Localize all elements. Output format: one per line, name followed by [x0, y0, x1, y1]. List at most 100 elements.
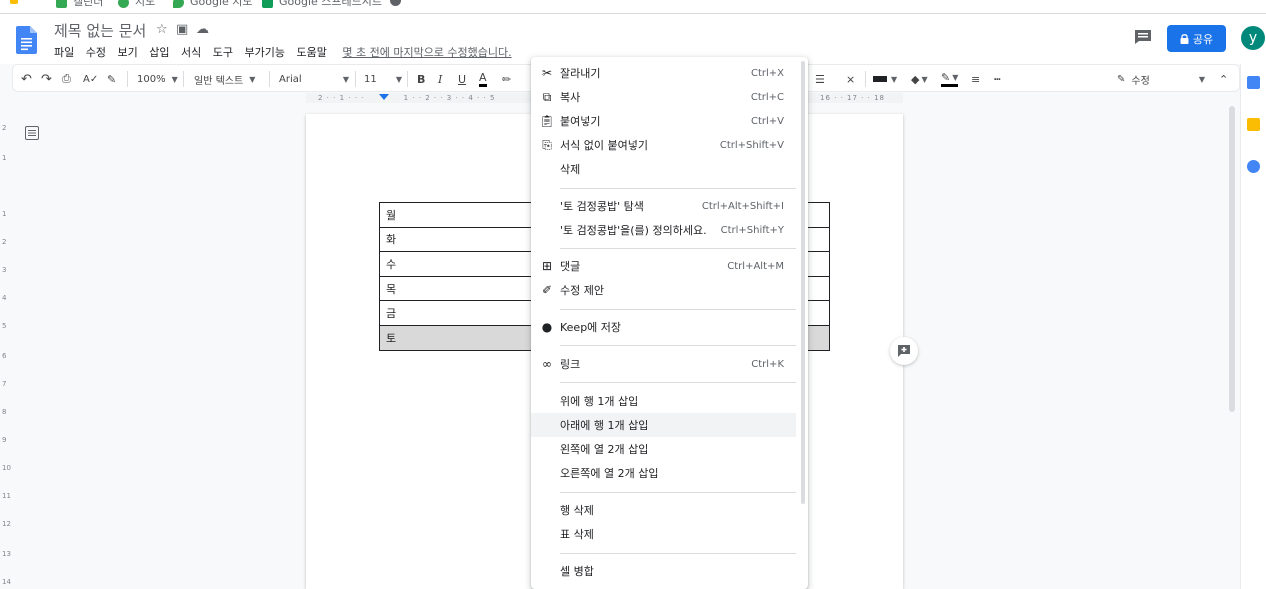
border-width-icon[interactable]: ≡ — [971, 70, 980, 88]
comment-add-icon: ⊞ — [541, 259, 553, 273]
menu-item-label: 위에 행 1개 삽입 — [560, 395, 639, 408]
menu-item-shortcut: Ctrl+K — [751, 358, 784, 370]
apps-icon[interactable] — [10, 0, 24, 6]
document-title[interactable]: 제목 없는 문서 — [54, 20, 146, 41]
menu-item-suggest[interactable]: ✐ 수정 제안 — [531, 278, 796, 302]
bookmark-google-maps[interactable]: Google 지도 — [173, 0, 253, 9]
vruler-tick: 12 — [2, 520, 11, 528]
last-edit-link[interactable]: 몇 초 전에 마지막으로 수정했습니다. — [342, 46, 511, 59]
spellcheck-icon[interactable]: A✓ — [83, 70, 98, 88]
menu-tools[interactable]: 도구 — [213, 46, 233, 59]
bookmark-calendar[interactable]: 캘린더 — [56, 0, 103, 9]
print-icon[interactable]: ⎙ — [62, 70, 71, 88]
calendar-icon[interactable] — [1247, 76, 1260, 89]
bookmark-more-icon[interactable] — [390, 0, 407, 6]
border-dash-icon[interactable]: ┅ — [994, 70, 1001, 88]
add-comment-button[interactable] — [890, 337, 918, 365]
menu-item-insert-row-below[interactable]: 아래에 행 1개 삽입 — [531, 413, 796, 437]
side-panel — [1240, 64, 1266, 589]
menu-item-label: 오른쪽에 열 2개 삽입 — [560, 467, 659, 480]
menu-item-insert-row-above[interactable]: 위에 행 1개 삽입 — [531, 389, 796, 413]
cloud-status-icon[interactable]: ☁ — [196, 22, 210, 37]
document-outline-icon[interactable] — [25, 126, 39, 140]
menu-item-insert-col-left[interactable]: 왼쪽에 열 2개 삽입 — [531, 437, 796, 461]
vruler-tick: 7 — [2, 380, 7, 388]
fill-color-icon[interactable]: ◆ ▼ — [911, 70, 928, 88]
chevron-up-icon[interactable]: ⌃ — [1219, 70, 1228, 88]
menu-item-paste[interactable]: 📋︎ 붙여넣기 Ctrl+V — [531, 109, 796, 133]
font-value: Arial — [279, 73, 302, 85]
editing-mode-select[interactable]: ✎ 수정 ▼ — [1117, 70, 1227, 88]
menu-item-shortcut: Ctrl+C — [750, 91, 784, 103]
menu-item-delete-row[interactable]: 행 삭제 — [531, 498, 796, 522]
font-size-select[interactable]: 11 ▼ — [364, 70, 402, 88]
ruler-right-text: 16 · · 17 · · 18 — [820, 94, 885, 102]
tasks-icon[interactable] — [1247, 160, 1260, 173]
menu-item-shortcut: Ctrl+V — [750, 115, 784, 127]
chevron-down-icon: ▼ — [952, 72, 959, 82]
menu-divider — [560, 345, 796, 346]
text-color-icon[interactable]: A — [479, 70, 487, 87]
menu-item-explore[interactable]: '토 검정콩밥' 탐색 Ctrl+Alt+Shift+I — [531, 194, 796, 218]
vruler-tick: 13 — [2, 550, 11, 558]
context-menu-scrollbar[interactable] — [801, 61, 805, 504]
border-pen-icon[interactable]: ✎ ▼ — [941, 70, 959, 87]
undo-icon[interactable]: ↶ — [21, 70, 32, 88]
indent-icon[interactable]: ☰ — [815, 70, 825, 88]
zoom-select[interactable]: 100% ▼ — [137, 70, 178, 88]
menu-format[interactable]: 서식 — [181, 46, 201, 59]
bookmark-sheets[interactable]: Google 스프레드시트 — [262, 0, 382, 9]
link-icon: ∞ — [542, 357, 552, 371]
bookmark-label: Google 지도 — [190, 0, 253, 8]
menu-divider — [560, 188, 796, 189]
menu-item-insert-col-right[interactable]: 오른쪽에 열 2개 삽입 — [531, 461, 796, 485]
menu-item-delete-table[interactable]: 표 삭제 — [531, 522, 796, 546]
paint-format-icon[interactable]: ✎ — [107, 70, 116, 88]
star-icon[interactable]: ☆ — [156, 22, 170, 37]
menu-item-label: '토 검정콩밥'을(를) 정의하세요. — [560, 224, 707, 237]
highlight-icon[interactable]: ✏ — [502, 70, 511, 88]
page-scrollbar[interactable] — [1229, 106, 1235, 412]
menu-insert[interactable]: 삽입 — [149, 46, 169, 59]
menu-file[interactable]: 파일 — [54, 46, 74, 59]
menu-addons[interactable]: 부가기능 — [245, 46, 285, 59]
menu-item-keep[interactable]: ● Keep에 저장 — [531, 315, 796, 339]
underline-icon[interactable]: U — [458, 70, 466, 88]
clear-format-icon[interactable]: ⨯ — [846, 70, 855, 88]
redo-icon[interactable]: ↷ — [41, 70, 52, 88]
vruler-tick: 9 — [2, 436, 7, 444]
menu-item-delete[interactable]: 삭제 — [531, 157, 796, 181]
vruler-tick: 1 — [2, 210, 7, 218]
indent-marker-icon[interactable] — [379, 94, 389, 100]
docs-logo-icon[interactable] — [16, 26, 37, 54]
menu-divider — [560, 309, 796, 310]
menu-item-paste-plain[interactable]: ⎘ 서식 없이 붙여넣기 Ctrl+Shift+V — [531, 133, 796, 157]
menu-item-merge-cells[interactable]: 셀 병합 — [531, 559, 796, 583]
avatar[interactable]: y — [1241, 26, 1265, 50]
comment-history-icon[interactable] — [1134, 29, 1152, 45]
menu-item-copy[interactable]: ⧉ 복사 Ctrl+C — [531, 85, 796, 109]
bookmark-label: 지도 — [135, 0, 156, 8]
menu-item-cut[interactable]: ✂ 잘라내기 Ctrl+X — [531, 61, 796, 85]
menu-help[interactable]: 도움말 — [296, 46, 326, 59]
bookmarks-bar: 캘린더 지도 Google 지도 Google 스프레드시트 — [0, 0, 1266, 14]
menu-item-link[interactable]: ∞ 링크 Ctrl+K — [531, 352, 796, 376]
bookmark-maps[interactable]: 지도 — [118, 0, 155, 9]
bold-icon[interactable]: B — [417, 70, 425, 88]
italic-icon[interactable]: I — [438, 70, 442, 88]
share-button[interactable]: 공유 — [1167, 25, 1226, 52]
menu-view[interactable]: 보기 — [118, 46, 138, 59]
keep-icon[interactable] — [1247, 118, 1260, 131]
menu-item-define[interactable]: '토 검정콩밥'을(를) 정의하세요. Ctrl+Shift+Y — [531, 218, 796, 242]
vruler-tick: 4 — [2, 294, 7, 302]
menu-edit[interactable]: 수정 — [86, 46, 106, 59]
menu-item-comment[interactable]: ⊞ 댓글 Ctrl+Alt+M — [531, 254, 796, 278]
move-folder-icon[interactable]: ▣ — [176, 22, 190, 37]
vertical-ruler[interactable]: 2 1 1 2 3 4 5 6 7 8 9 10 11 12 13 14 — [0, 104, 11, 589]
style-select[interactable]: 일반 텍스트 ▼ — [194, 70, 255, 88]
menu-item-label: 복사 — [560, 91, 581, 104]
vruler-tick: 14 — [2, 578, 11, 586]
border-color-icon[interactable]: ▼ — [873, 70, 897, 88]
font-select[interactable]: Arial ▼ — [279, 70, 349, 88]
menu-item-label: '토 검정콩밥' 탐색 — [560, 200, 644, 213]
